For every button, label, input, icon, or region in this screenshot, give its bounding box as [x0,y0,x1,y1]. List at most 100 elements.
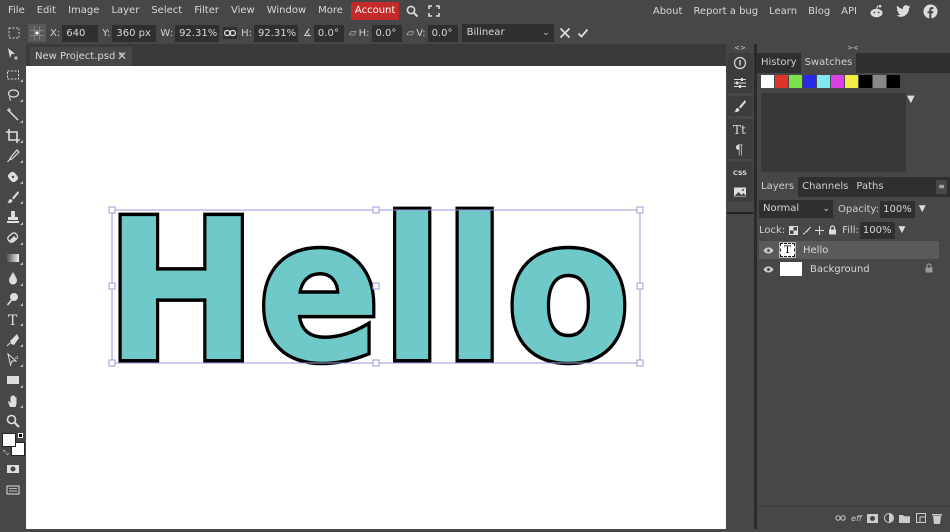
report-bug-link[interactable]: Report a bug [693,6,758,17]
canvas[interactable]: Hello [26,66,726,529]
marquee-tool[interactable] [0,64,26,84]
panel-menu-icon[interactable]: ≡ [936,180,947,194]
document-tab[interactable]: New Project.psd * ✕ [30,47,132,66]
skew-h-input[interactable]: 0.0° [371,24,402,42]
angle-input[interactable]: 0.0° [313,24,344,42]
menu-select[interactable]: Select [145,2,188,20]
move-tool[interactable] [0,44,26,64]
fill-dropdown-icon[interactable]: ▼ [899,225,906,235]
menu-window[interactable]: Window [261,2,312,20]
commit-transform-icon[interactable] [577,27,589,39]
brush-settings-icon[interactable] [727,96,753,116]
swatch-menu-icon[interactable]: ▼ [907,94,915,105]
twitter-icon[interactable] [895,3,911,19]
adjustments-icon[interactable] [727,73,753,93]
text-layer-hello[interactable]: Hello [102,175,635,410]
clone-stamp-tool[interactable] [0,207,26,227]
adjustment-layer-icon[interactable] [883,513,894,524]
menu-image[interactable]: Image [62,2,105,20]
handle-bottom-left[interactable] [108,359,116,367]
w-input[interactable]: 92.31% [175,24,220,42]
dodge-tool[interactable] [0,289,26,309]
fill-input[interactable]: 100% [859,221,895,239]
menu-more[interactable]: More [312,2,349,20]
fullscreen-icon[interactable] [425,2,443,20]
path-select-tool[interactable] [0,350,26,370]
visibility-eye-icon[interactable] [759,247,777,254]
new-layer-icon[interactable] [915,513,926,524]
collapse-grip-icon[interactable]: <> [726,44,754,53]
lasso-tool[interactable] [0,85,26,105]
effects-icon[interactable]: eff [851,513,862,524]
x-input[interactable]: 640 px [62,24,99,56]
handle-center[interactable] [372,282,380,290]
reddit-icon[interactable] [868,3,884,19]
account-button[interactable]: Account [350,2,400,20]
swatch-10[interactable] [887,75,900,88]
character-icon[interactable]: Tt [727,119,753,139]
swap-colors-icon[interactable]: ⤡ [3,449,9,458]
type-tool[interactable]: T [0,309,26,329]
layer-row-background[interactable]: Background [759,260,939,278]
reference-point-icon[interactable] [28,24,46,42]
foreground-color-swatch[interactable] [2,433,16,447]
visibility-eye-icon[interactable] [759,266,777,273]
swatch-4[interactable] [803,75,816,88]
menu-file[interactable]: File [2,2,31,20]
handle-bottom-center[interactable] [372,359,380,367]
brush-tool[interactable] [0,187,26,207]
tab-paths[interactable]: Paths [852,177,887,197]
image-icon[interactable] [727,182,753,202]
quick-mask-button[interactable] [0,459,26,479]
close-icon[interactable]: ✕ [117,49,127,63]
menu-view[interactable]: View [225,2,261,20]
transform-marquee-icon[interactable] [8,27,22,39]
facebook-icon[interactable] [922,3,938,19]
menu-layer[interactable]: Layer [105,2,145,20]
blog-link[interactable]: Blog [808,6,830,17]
opacity-input[interactable]: 100% [880,200,915,218]
trash-icon[interactable] [931,513,942,524]
menu-filter[interactable]: Filter [188,2,225,20]
swatch-9[interactable] [873,75,886,88]
tab-layers[interactable]: Layers [757,177,799,197]
skew-v-input[interactable]: 0.0° [427,24,458,42]
menu-edit[interactable]: Edit [31,2,62,20]
eyedropper-tool[interactable] [0,146,26,166]
hand-tool[interactable] [0,391,26,411]
interpolation-select[interactable]: Bilinear ⌄ [461,24,554,42]
link-layers-icon[interactable] [835,513,846,524]
zoom-tool[interactable] [0,411,26,431]
pen-tool[interactable] [0,329,26,349]
shape-tool[interactable] [0,370,26,390]
handle-top-center[interactable] [372,206,380,214]
paragraph-icon[interactable]: ¶ [727,139,753,159]
blend-mode-select[interactable]: Normal ⌄ [759,200,833,218]
lock-all-icon[interactable] [827,225,837,235]
panel-grip-icon[interactable]: >< [847,44,859,52]
lock-position-icon[interactable] [814,225,824,235]
gradient-tool[interactable] [0,248,26,268]
default-colors-icon[interactable] [18,433,23,438]
layer-row-hello[interactable]: T Hello [759,241,939,259]
about-link[interactable]: About [653,6,683,17]
lock-pixels-icon[interactable] [801,225,811,235]
tab-swatches[interactable]: Swatches [800,53,857,73]
folder-icon[interactable] [899,513,910,524]
handle-top-left[interactable] [108,206,116,214]
tab-history[interactable]: History [757,53,801,73]
tab-channels[interactable]: Channels [798,177,852,197]
mask-icon[interactable] [867,513,878,524]
swatch-1[interactable] [761,75,774,88]
handle-top-right[interactable] [636,206,644,214]
handle-bottom-right[interactable] [636,359,644,367]
handle-middle-right[interactable] [636,282,644,290]
swatch-7[interactable] [845,75,858,88]
swatch-5[interactable] [817,75,830,88]
search-icon[interactable] [403,2,421,20]
learn-link[interactable]: Learn [769,6,797,17]
link-proportions-icon[interactable] [223,27,238,39]
api-link[interactable]: API [841,6,857,17]
h-input[interactable]: 92.31% [253,24,298,42]
crop-tool[interactable] [0,126,26,146]
